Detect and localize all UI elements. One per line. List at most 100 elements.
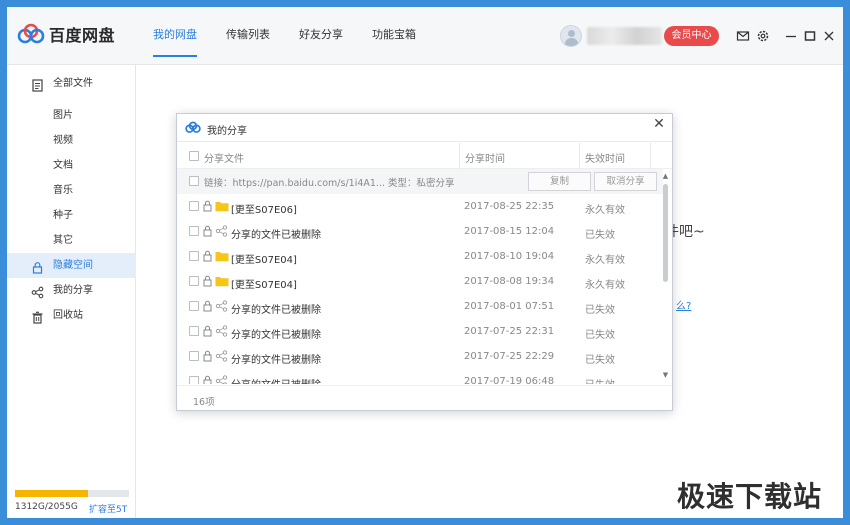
share-icon [215, 375, 229, 384]
row-file-name[interactable]: 分享的文件已被删除 [231, 376, 321, 384]
link-row-checkbox[interactable] [189, 176, 199, 186]
select-all-checkbox[interactable] [189, 151, 199, 161]
scroll-down-arrow-icon[interactable]: ▼ [662, 372, 669, 379]
folder-icon [215, 275, 229, 287]
storage-quota-bar [15, 490, 129, 497]
row-checkbox[interactable] [189, 201, 199, 211]
row-expire-status: 已失效 [585, 355, 615, 366]
dialog-title: 我的分享 [207, 126, 247, 137]
sidebar-item-images[interactable]: 图片 [7, 103, 136, 128]
lock-icon [203, 275, 212, 287]
folder-icon [215, 250, 229, 262]
table-row[interactable]: 分享的文件已被删除 2017-07-25 22:31 已失效 [177, 319, 663, 344]
sidebar-item-all-files[interactable]: 全部文件 [7, 71, 136, 96]
vip-center-button[interactable]: 会员中心 [664, 26, 719, 46]
row-file-name[interactable]: 分享的文件已被删除 [231, 301, 321, 316]
row-share-time: 2017-08-25 22:35 [464, 201, 555, 212]
sidebar-item-documents[interactable]: 文档 [7, 153, 136, 178]
trash-icon [31, 309, 44, 324]
row-expire-status: 已失效 [585, 330, 615, 341]
row-checkbox[interactable] [189, 301, 199, 311]
sidebar-item-videos[interactable]: 视频 [7, 128, 136, 153]
sidebar-item-label: 隐藏空间 [53, 260, 93, 271]
column-share-time[interactable]: 分享时间 [465, 150, 505, 165]
table-row[interactable]: [更至S07E04] 2017-08-10 19:04 永久有效 [177, 244, 663, 269]
row-checkbox[interactable] [189, 251, 199, 261]
close-icon[interactable] [822, 29, 836, 43]
settings-icon[interactable] [756, 29, 770, 43]
help-link[interactable]: 么? [676, 297, 691, 312]
sidebar-item-others[interactable]: 其它 [7, 228, 136, 253]
dialog-close-icon[interactable]: ✕ [652, 117, 666, 131]
tab-friend-share[interactable]: 好友分享 [299, 7, 343, 65]
row-file-name[interactable]: [更至S07E04] [231, 276, 297, 291]
table-row[interactable]: 分享的文件已被删除 2017-07-19 06:48 已失效 [177, 369, 663, 384]
expand-storage-link[interactable]: 扩容至5T [89, 502, 127, 515]
sidebar-item-torrents[interactable]: 种子 [7, 203, 136, 228]
cancel-share-button[interactable]: 取消分享 [594, 172, 657, 191]
row-share-time: 2017-08-15 12:04 [464, 226, 555, 237]
row-share-time: 2017-07-25 22:29 [464, 351, 555, 362]
row-expire-status: 已失效 [585, 230, 615, 241]
lock-icon [203, 350, 212, 362]
copy-link-button[interactable]: 复制 [528, 172, 591, 191]
share-link-row: 链接：https://pan.baidu.com/s/1i4A1... 类型：私… [177, 169, 663, 194]
row-share-time: 2017-08-01 07:51 [464, 301, 555, 312]
row-checkbox[interactable] [189, 276, 199, 286]
tab-my-disk[interactable]: 我的网盘 [153, 7, 197, 65]
lock-icon [31, 259, 44, 274]
file-icon [31, 77, 44, 92]
row-expire-status: 永久有效 [585, 255, 625, 266]
item-count: 16项 [193, 397, 215, 408]
table-row[interactable]: [更至S07E06] 2017-08-25 22:35 永久有效 [177, 194, 663, 219]
row-checkbox[interactable] [189, 326, 199, 336]
row-checkbox[interactable] [189, 226, 199, 236]
table-row[interactable]: 分享的文件已被删除 2017-08-01 07:51 已失效 [177, 294, 663, 319]
sidebar-item-recycle-bin[interactable]: 回收站 [7, 303, 136, 328]
mail-icon[interactable] [736, 29, 750, 43]
sidebar-item-hidden-space[interactable]: 隐藏空间 [7, 253, 136, 278]
minimize-icon[interactable] [784, 29, 798, 43]
sidebar-item-my-share[interactable]: 我的分享 [7, 278, 136, 303]
dialog-title-bar: 我的分享 ✕ [177, 114, 672, 142]
table-header: 分享文件 分享时间 失效时间 [177, 143, 672, 169]
row-file-name[interactable]: 分享的文件已被删除 [231, 326, 321, 341]
share-link-text: 链接：https://pan.baidu.com/s/1i4A1... 类型：私… [204, 178, 455, 189]
storage-quota-fill [15, 490, 88, 497]
scrollbar-thumb[interactable] [663, 184, 668, 282]
column-expire-time[interactable]: 失效时间 [585, 150, 625, 165]
share-icon [215, 350, 229, 362]
maximize-icon[interactable] [803, 29, 817, 43]
sidebar-item-music[interactable]: 音乐 [7, 178, 136, 203]
avatar[interactable] [560, 25, 582, 47]
table-row[interactable]: 分享的文件已被删除 2017-08-15 12:04 已失效 [177, 219, 663, 244]
tab-transfer-list[interactable]: 传输列表 [226, 7, 270, 65]
row-share-time: 2017-08-08 19:34 [464, 276, 555, 287]
row-checkbox[interactable] [189, 376, 199, 384]
tab-toolbox[interactable]: 功能宝箱 [372, 7, 416, 65]
table-row[interactable]: [更至S07E04] 2017-08-08 19:34 永久有效 [177, 269, 663, 294]
lock-icon [203, 300, 212, 312]
sidebar: 全部文件 图片 视频 文档 音乐 种子 其它 隐藏空间 我的分享 回收站 131… [7, 65, 136, 518]
row-file-name[interactable]: [更至S07E06] [231, 201, 297, 216]
row-checkbox[interactable] [189, 351, 199, 361]
scrollbar[interactable]: ▲ ▼ [661, 171, 670, 381]
column-divider [579, 143, 580, 169]
row-share-time: 2017-08-10 19:04 [464, 251, 555, 262]
table-row[interactable]: 分享的文件已被删除 2017-07-25 22:29 已失效 [177, 344, 663, 369]
row-file-name[interactable]: 分享的文件已被删除 [231, 226, 321, 241]
share-icon [215, 225, 229, 237]
row-file-name[interactable]: 分享的文件已被删除 [231, 351, 321, 366]
lock-icon [203, 325, 212, 337]
username-blurred[interactable] [587, 27, 662, 45]
sidebar-item-label: 回收站 [53, 310, 83, 321]
row-file-name[interactable]: [更至S07E04] [231, 251, 297, 266]
row-expire-status: 已失效 [585, 376, 615, 384]
column-share-file[interactable]: 分享文件 [204, 150, 244, 165]
lock-icon [203, 250, 212, 262]
share-icon [215, 325, 229, 337]
scroll-up-arrow-icon[interactable]: ▲ [662, 173, 669, 180]
share-icon [31, 284, 44, 299]
lock-icon [203, 225, 212, 237]
dialog-footer: 16项 [177, 385, 672, 412]
